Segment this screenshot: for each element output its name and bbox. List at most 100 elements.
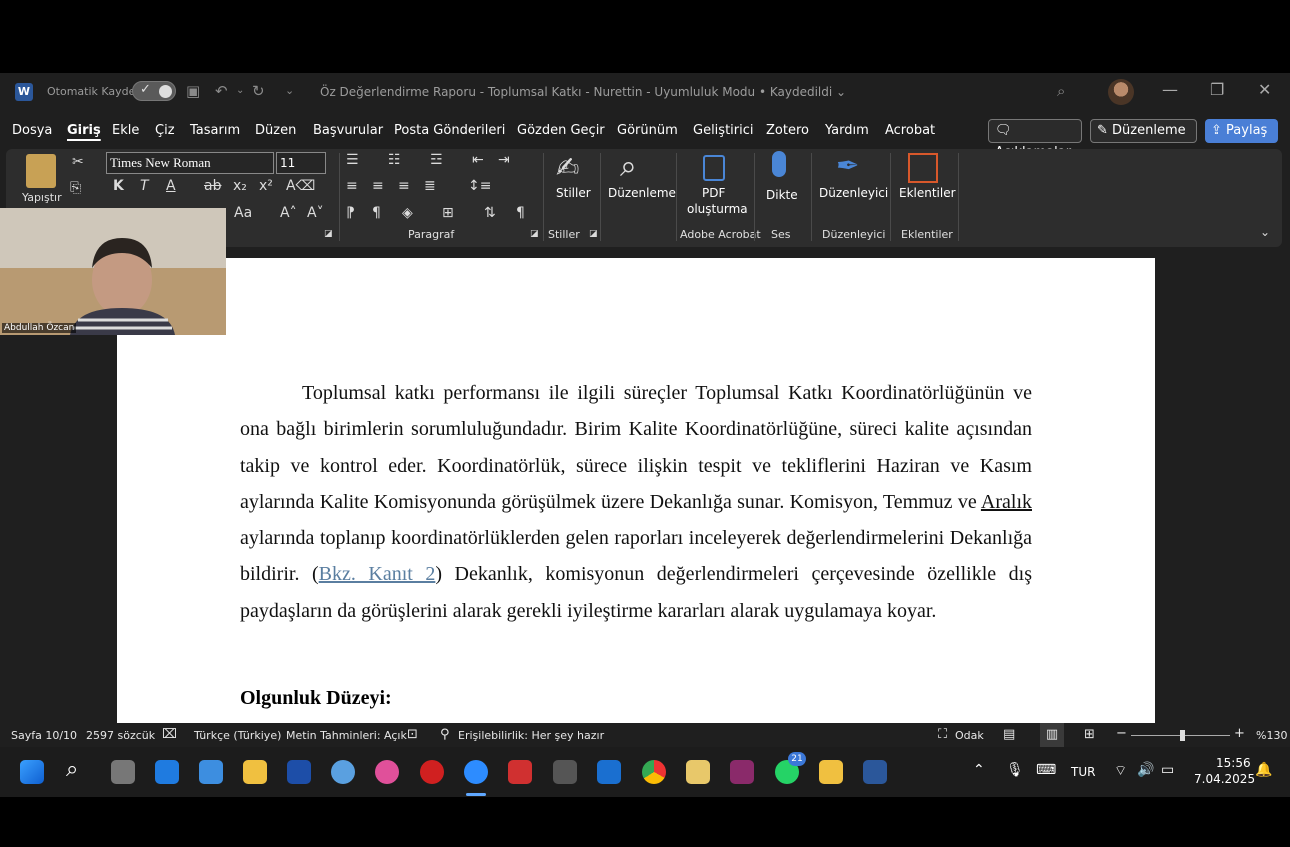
app-icon[interactable] <box>686 760 710 784</box>
word-count[interactable]: 2597 sözcük <box>86 729 155 742</box>
itunes-icon[interactable] <box>375 760 399 784</box>
styles-dialog-launcher-icon[interactable]: ◪ <box>589 229 598 239</box>
text-predictions[interactable]: Metin Tahminleri: Açık <box>286 729 407 742</box>
align-right-icon[interactable]: ≡ <box>398 178 410 194</box>
explorer-icon[interactable] <box>243 760 267 784</box>
font-name-select[interactable]: Times New Roman <box>106 152 274 174</box>
addins-label[interactable]: Eklentiler <box>899 186 956 200</box>
search-icon[interactable]: ⌕ <box>1057 82 1065 100</box>
input-language[interactable]: TUR <box>1071 765 1095 779</box>
zoom-in-icon[interactable]: + <box>1234 726 1245 741</box>
notifications-icon[interactable]: 🔔 <box>1255 762 1272 778</box>
word-icon[interactable] <box>863 760 887 784</box>
undo-icon[interactable]: ↶ <box>215 82 228 100</box>
tab-design[interactable]: Tasarım <box>190 123 240 138</box>
close-icon[interactable]: ✕ <box>1258 80 1271 99</box>
superscript-icon[interactable]: x² <box>259 178 273 194</box>
tab-file[interactable]: Dosya <box>12 123 52 138</box>
tray-chevron-icon[interactable]: ⌃ <box>973 762 985 778</box>
font-dialog-launcher-icon[interactable]: ◪ <box>324 229 333 239</box>
line-spacing-icon[interactable]: ↕≡ <box>468 178 491 194</box>
web-layout-icon[interactable]: ⊞ <box>1084 727 1095 742</box>
cut-icon[interactable]: ✂ <box>72 154 84 170</box>
tab-draw[interactable]: Çiz <box>155 123 175 138</box>
language-indicator[interactable]: Türkçe (Türkiye) <box>194 729 281 742</box>
store-icon[interactable] <box>155 760 179 784</box>
find-editing-label[interactable]: Düzenleme <box>608 186 676 200</box>
task-view-icon[interactable] <box>111 760 135 784</box>
pdf-label-1[interactable]: PDF <box>702 186 725 200</box>
ltr-icon[interactable]: ⁋ <box>346 205 355 221</box>
tab-mailings[interactable]: Posta Gönderileri <box>394 123 505 138</box>
folder-icon[interactable] <box>819 760 843 784</box>
read-mode-icon[interactable]: ▤ <box>1003 727 1015 742</box>
editor-pen-icon[interactable]: ✒ <box>836 149 859 182</box>
styles-icon[interactable]: ✍ <box>556 151 579 184</box>
borders-icon[interactable]: ⊞ <box>442 205 454 221</box>
evidence-link[interactable]: Bkz. Kanıt 2 <box>319 563 436 585</box>
app-icon[interactable] <box>553 760 577 784</box>
search-taskbar-icon[interactable]: ⌕ <box>66 757 90 782</box>
tab-insert[interactable]: Ekle <box>112 123 139 138</box>
sort-icon[interactable]: ⇅ <box>484 205 496 221</box>
pdf-app-icon[interactable] <box>730 760 754 784</box>
accessibility-status[interactable]: Erişilebilirlik: Her şey hazır <box>458 729 604 742</box>
find-icon[interactable]: ⌕ <box>620 149 637 184</box>
justify-icon[interactable]: ≣ <box>424 178 436 194</box>
page-indicator[interactable]: Sayfa 10/10 <box>11 729 77 742</box>
grow-font-icon[interactable]: A˄ <box>280 205 297 221</box>
comments-button[interactable]: 🗨 Açıklamalar <box>988 119 1082 160</box>
outlook-icon[interactable] <box>597 760 621 784</box>
editor-label[interactable]: Düzenleyici <box>819 186 888 200</box>
document-title[interactable]: Öz Değerlendirme Raporu - Toplumsal Katk… <box>320 85 846 99</box>
record-icon[interactable] <box>420 760 444 784</box>
avatar[interactable] <box>1108 79 1134 105</box>
pdf-label-2[interactable]: oluşturma <box>687 202 748 216</box>
keyboard-icon[interactable]: ⌨ <box>1036 762 1056 778</box>
pdf-icon[interactable] <box>703 155 725 181</box>
decrease-indent-icon[interactable]: ⇤ <box>472 152 484 168</box>
photos-icon[interactable] <box>287 760 311 784</box>
paste-label[interactable]: Yapıştır <box>22 191 62 204</box>
italic-button[interactable]: T <box>140 178 149 194</box>
tab-acrobat[interactable]: Acrobat <box>885 123 935 138</box>
strikethrough-icon[interactable]: ab <box>204 178 221 194</box>
share-button[interactable]: ⇪ Paylaş ⌄ <box>1205 119 1278 162</box>
collapse-ribbon-icon[interactable]: ⌄ <box>1260 225 1270 239</box>
print-layout-icon[interactable]: ▥ <box>1040 723 1064 747</box>
rtl-icon[interactable]: ¶ <box>372 205 381 221</box>
numbering-icon[interactable]: ☷ <box>388 152 401 168</box>
paragraph-dialog-launcher-icon[interactable]: ◪ <box>530 229 539 239</box>
tab-review[interactable]: Gözden Geçir <box>517 123 605 138</box>
clock-date[interactable]: 7.04.2025 <box>1194 772 1255 786</box>
microphone-tray-icon[interactable]: 🎙 <box>1006 762 1024 778</box>
paste-icon[interactable] <box>26 154 56 188</box>
restore-icon[interactable]: ❐ <box>1210 80 1224 99</box>
bold-button[interactable]: K <box>113 178 124 194</box>
copy-icon[interactable]: ⎘ <box>70 180 81 196</box>
tab-layout[interactable]: Düzen <box>255 123 296 138</box>
tab-zotero[interactable]: Zotero <box>766 123 809 138</box>
editing-mode-button[interactable]: ✎ Düzenleme ⌄ <box>1090 119 1197 160</box>
focus-icon[interactable]: ⛶ <box>938 727 947 742</box>
zotero-icon[interactable] <box>508 760 532 784</box>
document-page[interactable]: Toplumsal katkı performansı ile ilgili s… <box>117 258 1155 723</box>
accessibility-icon[interactable]: ⊡ <box>407 727 418 742</box>
dictate-label[interactable]: Dikte <box>766 188 798 202</box>
undo-dropdown-icon[interactable]: ⌄ <box>236 85 244 96</box>
increase-indent-icon[interactable]: ⇥ <box>498 152 510 168</box>
zoom-slider-thumb[interactable] <box>1180 730 1185 741</box>
app-icon[interactable] <box>331 760 355 784</box>
microphone-icon[interactable] <box>772 151 786 177</box>
zoom-out-icon[interactable]: − <box>1116 726 1127 741</box>
clock-time[interactable]: 15:56 <box>1216 756 1251 770</box>
subscript-icon[interactable]: x₂ <box>233 178 247 194</box>
wifi-icon[interactable]: ⌔ <box>1114 762 1127 780</box>
tab-home[interactable]: Giriş <box>67 123 101 138</box>
save-icon[interactable]: ▣ <box>186 82 200 100</box>
tab-references[interactable]: Başvurular <box>313 123 383 138</box>
clear-formatting-icon[interactable]: A⌫ <box>286 178 315 194</box>
minimize-icon[interactable]: — <box>1162 80 1178 99</box>
autosave-toggle[interactable]: ✓ <box>132 81 176 101</box>
shading-icon[interactable]: ◈ <box>402 205 413 221</box>
